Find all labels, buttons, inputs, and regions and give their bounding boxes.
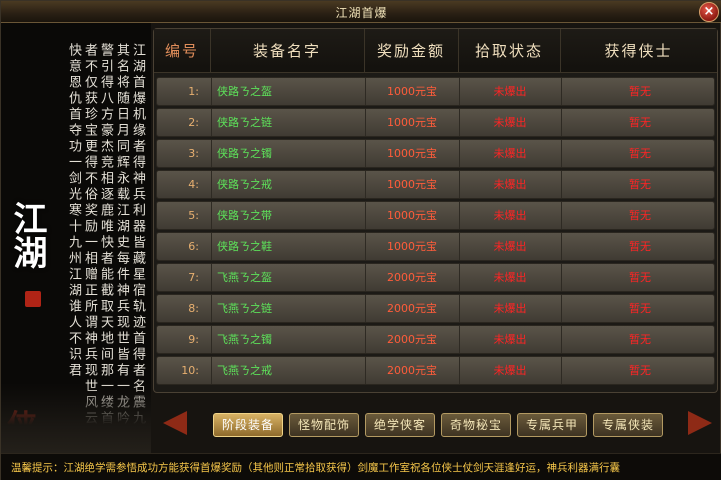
table-row: 6: 侠路ㄋ之鞋 1000元宝 未爆出 暂无 [156,232,715,261]
tab-4[interactable]: 奇物秘宝 [441,413,511,437]
close-button[interactable]: × [699,2,719,22]
tip-notice: 温馨提示：江湖绝学需参悟成功方能获得首爆奖励（其他则正常拾取获得）剑魔工作室祝各… [11,462,620,474]
cell-number: 7: [188,271,199,284]
cell-item-name: 飞燕ㄋ之链 [217,302,272,315]
cell-status: 未爆出 [493,178,527,191]
prev-arrow-icon[interactable] [163,411,187,435]
drop-table: 编号 装备名字 奖励金额 拾取状态 获得侠士 1: 侠路ㄋ之盔 1000元宝 未爆出暂… [153,28,718,393]
first-drop-window: 江湖首爆 × 江湖首爆机缘者得神兵利器皆藏星宿轨迹首得者名震九州其名将随日月同辉… [0,0,721,480]
cell-winner: 暂无 [629,178,651,191]
cell-item-name: 侠路ㄋ之盔 [217,85,272,98]
cell-item-name: 侠路ㄋ之鞋 [217,240,272,253]
cell-reward: 1000元宝 [387,85,437,98]
cell-number: 5: [188,209,199,222]
cell-item-name: 飞燕ㄋ之戒 [217,364,272,377]
cell-item-name: 侠路ㄋ之镯 [217,147,272,160]
mountain-decoration [1,383,151,453]
cell-status: 未爆出 [493,333,527,346]
table-row: 10: 飞燕ㄋ之戒 2000元宝 未爆出 暂无 [156,356,715,385]
jianghu-logo: 江湖 [7,201,47,269]
cell-reward: 1000元宝 [387,147,437,160]
seal-icon [25,291,41,307]
cell-status: 未爆出 [493,364,527,377]
cell-winner: 暂无 [629,240,651,253]
cell-reward: 2000元宝 [387,302,437,315]
cell-number: 1: [188,85,199,98]
cell-item-name: 侠路ㄋ之戒 [217,178,272,191]
cell-item-name: 侠路ㄋ之带 [217,209,272,222]
table-row: 3: 侠路ㄋ之镯 1000元宝 未爆出 暂无 [156,139,715,168]
cell-reward: 1000元宝 [387,209,437,222]
category-tabs: 阶段装备 怪物配饰 绝学侠客 奇物秘宝 专属兵甲 专属侠装 [153,399,718,449]
cell-reward: 2000元宝 [387,271,437,284]
cell-status: 未爆出 [493,302,527,315]
cell-number: 3: [188,147,199,160]
cell-status: 未爆出 [493,271,527,284]
cell-reward: 1000元宝 [387,178,437,191]
cell-reward: 2000元宝 [387,333,437,346]
table-row: 9: 飞燕ㄋ之镯 2000元宝 未爆出 暂无 [156,325,715,354]
table-row: 7: 飞燕ㄋ之盔 2000元宝 未爆出 暂无 [156,263,715,292]
header-number: 编号 [164,42,199,60]
window-title: 江湖首爆 [335,6,388,20]
table-row: 5: 侠路ㄋ之带 1000元宝 未爆出 暂无 [156,201,715,230]
cell-winner: 暂无 [629,333,651,346]
cell-number: 2: [188,116,199,129]
cell-item-name: 飞燕ㄋ之镯 [217,333,272,346]
header-item-name: 装备名字 [252,42,321,60]
tab-6[interactable]: 专属侠装 [593,413,663,437]
tab-3[interactable]: 绝学侠客 [365,413,435,437]
cell-winner: 暂无 [629,209,651,222]
tab-5[interactable]: 专属兵甲 [517,413,587,437]
cell-number: 10: [181,364,199,377]
tab-1[interactable]: 阶段装备 [213,413,283,437]
table-row: 4: 侠路ㄋ之戒 1000元宝 未爆出 暂无 [156,170,715,199]
cell-reward: 1000元宝 [387,240,437,253]
cell-item-name: 飞燕ㄋ之盔 [217,271,272,284]
table-header: 编号 装备名字 奖励金额 拾取状态 获得侠士 [154,29,717,73]
cell-number: 6: [188,240,199,253]
cell-winner: 暂无 [629,85,651,98]
cell-winner: 暂无 [629,116,651,129]
cell-reward: 2000元宝 [387,364,437,377]
cell-number: 9: [188,333,199,346]
cell-winner: 暂无 [629,364,651,377]
table-row: 8: 飞燕ㄋ之链 2000元宝 未爆出 暂无 [156,294,715,323]
titlebar: 江湖首爆 × [1,1,721,23]
cell-status: 未爆出 [493,85,527,98]
header-winner: 获得侠士 [604,42,673,60]
table-row: 1: 侠路ㄋ之盔 1000元宝 未爆出 暂无 [156,77,715,106]
cell-winner: 暂无 [629,147,651,160]
table-row: 2: 侠路ㄋ之链 1000元宝 未爆出 暂无 [156,108,715,137]
header-status: 拾取状态 [474,42,543,60]
cell-status: 未爆出 [493,116,527,129]
cell-status: 未爆出 [493,147,527,160]
cell-number: 8: [188,302,199,315]
cell-winner: 暂无 [629,302,651,315]
poem-panel: 江湖首爆机缘者得神兵利器皆藏星宿轨迹首得者名震九州其名将随日月同辉永载江湖史每件… [1,23,151,453]
cell-reward: 1000元宝 [387,116,437,129]
tab-2[interactable]: 怪物配饰 [289,413,359,437]
cell-number: 4: [188,178,199,191]
footer-bar: 温馨提示：江湖绝学需参悟成功方能获得首爆奖励（其他则正常拾取获得）剑魔工作室祝各… [1,453,721,480]
cell-item-name: 侠路ㄋ之链 [217,116,272,129]
next-arrow-icon[interactable] [688,411,712,435]
header-reward: 奖励金额 [376,42,445,60]
cell-winner: 暂无 [629,271,651,284]
cell-status: 未爆出 [493,240,527,253]
cell-status: 未爆出 [493,209,527,222]
